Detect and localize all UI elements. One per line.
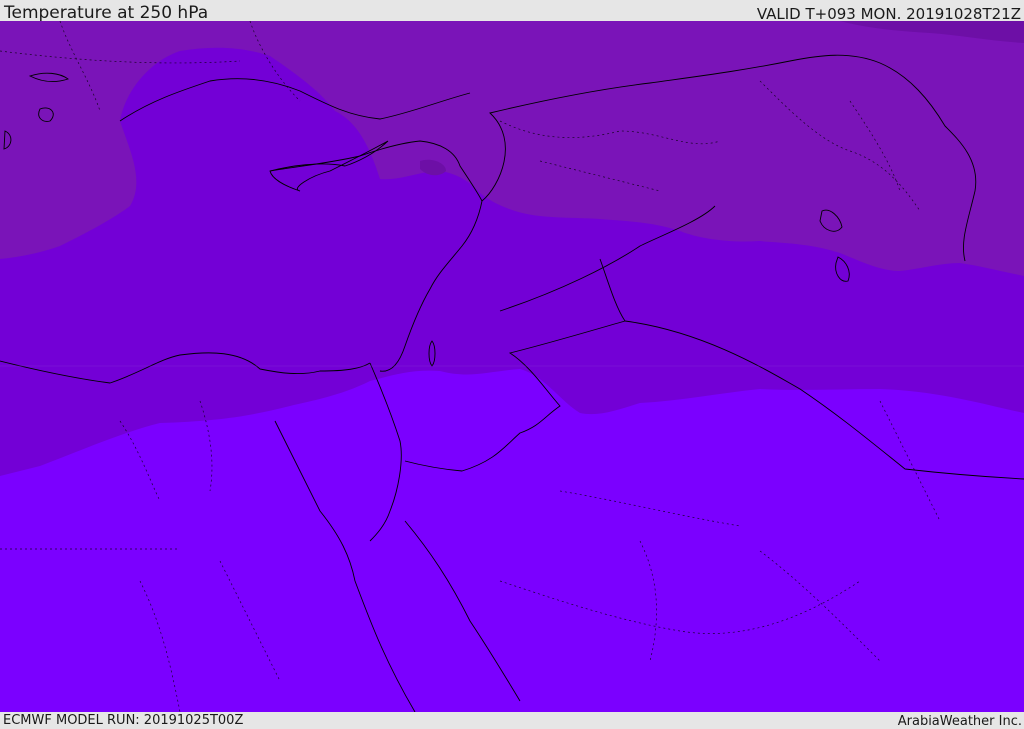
footer-bar: ECMWF MODEL RUN: 20191025T00Z ArabiaWeat… [0, 712, 1024, 729]
credit-text: ArabiaWeather Inc. [897, 714, 1022, 729]
header-bar: Temperature at 250 hPa VALID T+093 MON. … [0, 0, 1024, 23]
model-run: ECMWF MODEL RUN: 20191025T00Z [3, 713, 244, 728]
temperature-map [0, 21, 1024, 712]
map-title: Temperature at 250 hPa [4, 3, 209, 23]
